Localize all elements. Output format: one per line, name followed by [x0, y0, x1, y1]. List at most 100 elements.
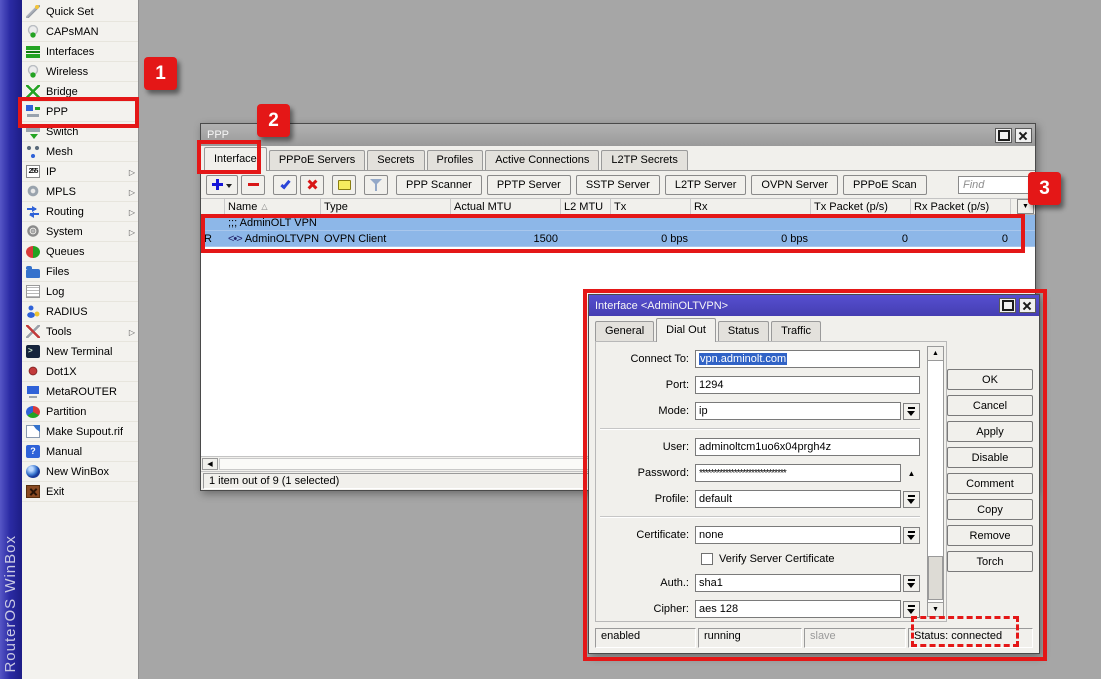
sidebar-item-bridge[interactable]: Bridge [22, 82, 138, 102]
mode-dropdown-button[interactable] [903, 403, 920, 420]
sidebar-item-partition[interactable]: Partition [22, 402, 138, 422]
sidebar-item-radius[interactable]: RADIUS [22, 302, 138, 322]
sidebar-item-new-terminal[interactable]: New Terminal [22, 342, 138, 362]
sidebar-item-wireless[interactable]: Wireless [22, 62, 138, 82]
torch-button[interactable]: Torch [947, 551, 1033, 572]
password-reveal-arrow-icon[interactable] [903, 469, 920, 478]
port-input[interactable]: 1294 [695, 376, 920, 394]
scroll-up-icon[interactable] [927, 346, 944, 361]
password-input[interactable]: ****************************** [695, 464, 901, 482]
tab-general[interactable]: General [595, 321, 654, 341]
tab-l2tp-secrets[interactable]: L2TP Secrets [601, 150, 687, 170]
sidebar-item-interfaces[interactable]: Interfaces [22, 42, 138, 62]
tab-profiles[interactable]: Profiles [427, 150, 484, 170]
filter-button[interactable] [364, 175, 388, 195]
l2tp-server-button[interactable]: L2TP Server [665, 175, 747, 195]
close-icon[interactable] [1019, 298, 1036, 313]
profile-dropdown-button[interactable] [903, 491, 920, 508]
auth-select[interactable]: sha1 [695, 574, 901, 592]
remove-button[interactable]: Remove [947, 525, 1033, 546]
copy-button[interactable]: Copy [947, 499, 1033, 520]
comment-row[interactable]: ;;; AdminOLT VPN [201, 215, 1035, 231]
column-header-rx[interactable]: Rx [691, 199, 811, 214]
apply-button[interactable]: Apply [947, 421, 1033, 442]
sidebar-item-queues[interactable]: Queues [22, 242, 138, 262]
scroll-left-icon[interactable] [202, 458, 218, 470]
sidebar-item-metarouter[interactable]: MetaROUTER [22, 382, 138, 402]
find-input[interactable] [958, 176, 1030, 194]
sstp-server-button[interactable]: SSTP Server [576, 175, 660, 195]
disable-button[interactable]: Disable [947, 447, 1033, 468]
tab-traffic[interactable]: Traffic [771, 321, 821, 341]
pptp-server-button[interactable]: PPTP Server [487, 175, 571, 195]
sidebar-item-exit[interactable]: Exit [22, 482, 138, 502]
sidebar-item-log[interactable]: Log [22, 282, 138, 302]
mode-select[interactable]: ip [695, 402, 901, 420]
sidebar-item-make-supout[interactable]: Make Supout.rif [22, 422, 138, 442]
cancel-button[interactable]: Cancel [947, 395, 1033, 416]
flag-column-header[interactable] [201, 199, 225, 214]
sidebar-item-routing[interactable]: Routing [22, 202, 138, 222]
certificate-select[interactable]: none [695, 526, 901, 544]
profile-select[interactable]: default [695, 490, 901, 508]
interface-row[interactable]: R <•>AdminOLTVPN OVPN Client 1500 0 bps … [201, 231, 1035, 247]
column-header-type[interactable]: Type [321, 199, 451, 214]
cipher-select[interactable]: aes 128 [695, 600, 901, 618]
ppp-scanner-button[interactable]: PPP Scanner [396, 175, 482, 195]
sidebar-item-tools[interactable]: Tools [22, 322, 138, 342]
tab-status[interactable]: Status [718, 321, 769, 341]
ok-button[interactable]: OK [947, 369, 1033, 390]
running-status: running [698, 628, 802, 648]
interface-name: AdminOLTVPN [245, 233, 319, 245]
sidebar-item-ppp[interactable]: PPP [22, 102, 138, 122]
sidebar-item-manual[interactable]: Manual [22, 442, 138, 462]
sidebar-item-system[interactable]: System [22, 222, 138, 242]
column-label: Rx Packet (p/s) [914, 201, 989, 213]
scrollbar-thumb[interactable] [928, 556, 943, 600]
pppoe-scan-button[interactable]: PPPoE Scan [843, 175, 927, 195]
close-icon[interactable] [1015, 128, 1032, 143]
sidebar-item-new-winbox[interactable]: New WinBox [22, 462, 138, 482]
column-header-name[interactable]: Name [225, 199, 321, 214]
disable-button[interactable] [300, 175, 324, 195]
tab-secrets[interactable]: Secrets [367, 150, 424, 170]
form-vertical-scrollbar[interactable] [927, 346, 944, 617]
certificate-dropdown-button[interactable] [903, 527, 920, 544]
enable-button[interactable] [273, 175, 297, 195]
add-button[interactable] [206, 175, 238, 195]
column-header-tx-packet[interactable]: Tx Packet (p/s) [811, 199, 911, 214]
user-input[interactable]: adminoltcm1uo6x04prgh4z [695, 438, 920, 456]
comment-button[interactable]: Comment [947, 473, 1033, 494]
ppp-window-titlebar[interactable]: PPP [201, 124, 1035, 146]
interface-dialog: Interface <AdminOLTVPN> General Dial Out… [588, 294, 1040, 654]
sidebar-item-ip[interactable]: IP [22, 162, 138, 182]
column-header-tx[interactable]: Tx [611, 199, 691, 214]
sidebar-item-files[interactable]: Files [22, 262, 138, 282]
maximize-icon[interactable] [999, 298, 1016, 313]
cipher-dropdown-button[interactable] [903, 601, 920, 618]
maximize-icon[interactable] [995, 128, 1012, 143]
sidebar-item-mpls[interactable]: MPLS [22, 182, 138, 202]
verify-server-certificate-checkbox[interactable] [701, 553, 713, 565]
column-header-actual-mtu[interactable]: Actual MTU [451, 199, 561, 214]
connect-to-input[interactable]: vpn.adminolt.com [695, 350, 920, 368]
column-header-l2-mtu[interactable]: L2 MTU [561, 199, 611, 214]
tab-pppoe-servers[interactable]: PPPoE Servers [269, 150, 365, 170]
dialog-title: Interface <AdminOLTVPN> [595, 300, 996, 312]
ppp-window-title: PPP [207, 129, 992, 141]
sidebar-item-dot1x[interactable]: Dot1X [22, 362, 138, 382]
auth-dropdown-button[interactable] [903, 575, 920, 592]
sidebar-item-mesh[interactable]: Mesh [22, 142, 138, 162]
sidebar-item-switch[interactable]: Switch [22, 122, 138, 142]
remove-button[interactable] [241, 175, 265, 195]
tab-interface[interactable]: Interface [204, 147, 267, 171]
dialog-titlebar[interactable]: Interface <AdminOLTVPN> [589, 295, 1039, 316]
tab-active-connections[interactable]: Active Connections [485, 150, 599, 170]
sidebar-item-quick-set[interactable]: Quick Set [22, 2, 138, 22]
ovpn-server-button[interactable]: OVPN Server [751, 175, 838, 195]
tab-dial-out[interactable]: Dial Out [656, 318, 716, 342]
scroll-down-icon[interactable] [927, 602, 944, 617]
sidebar-item-capsman[interactable]: CAPsMAN [22, 22, 138, 42]
comment-button[interactable] [332, 175, 356, 195]
column-header-rx-packet[interactable]: Rx Packet (p/s) [911, 199, 1011, 214]
